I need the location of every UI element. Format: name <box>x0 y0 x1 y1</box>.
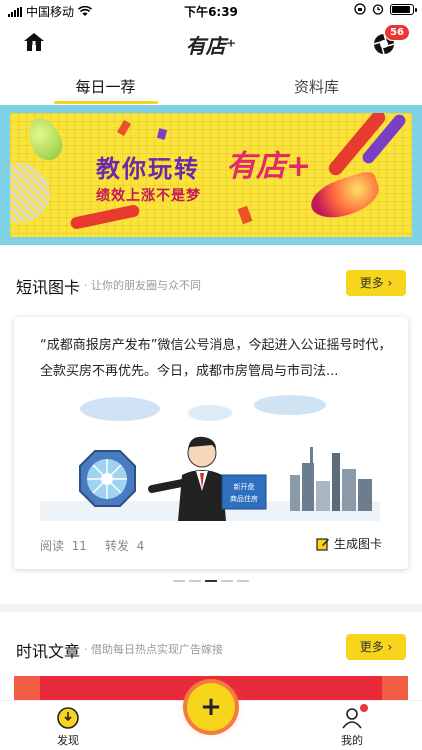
illustration-image: 新开盘 商品住房 <box>40 395 380 521</box>
alarm-icon <box>372 4 384 15</box>
read-count: 阅读 11 <box>40 539 87 553</box>
svg-text:商品住房: 商品住房 <box>230 494 258 503</box>
app-header: 有店⁺ 56 <box>0 24 422 64</box>
carousel-dot-active[interactable] <box>205 580 217 582</box>
rotation-lock-icon <box>354 3 366 15</box>
create-button[interactable]: + <box>187 683 235 731</box>
svg-text:新开盘: 新开盘 <box>234 482 255 491</box>
camera-button[interactable]: 56 <box>372 24 410 60</box>
banner-brand: 有店+ <box>226 149 312 184</box>
banner-title: 教你玩转 <box>96 155 200 183</box>
section-title: 时讯文章 <box>16 642 81 661</box>
carousel-dot[interactable] <box>173 580 185 582</box>
section-header-cards: 短讯图卡 · 让你的朋友圈与众不同 更多 › <box>0 268 422 304</box>
more-button[interactable]: 更多 › <box>346 634 406 660</box>
carousel-dot[interactable] <box>189 580 201 582</box>
banner-subtitle: 绩效上涨不是梦 <box>96 188 201 204</box>
tab-daily-recommend[interactable]: 每日一荐 <box>0 70 211 104</box>
nav-discover[interactable]: 发现 <box>38 706 98 748</box>
banner-image: 教你玩转 有店+ 绩效上涨不是梦 <box>10 113 412 237</box>
tab-bar: 每日一荐 资料库 <box>0 70 422 104</box>
card-text: “成都商报房产发布”微信公号消息，今起进入公证摇号时代，全款买房不再优先。今日，… <box>40 338 392 379</box>
nav-mine[interactable]: 我的 <box>322 704 382 748</box>
status-right <box>354 3 417 15</box>
card-stats: 阅读 11 转发 4 <box>40 537 144 554</box>
section-title: 短讯图卡 <box>16 278 81 297</box>
notification-badge: 56 <box>384 24 410 41</box>
app-logo: 有店⁺ <box>185 34 237 58</box>
card-image: 新开盘 商品住房 <box>40 391 380 521</box>
more-button[interactable]: 更多 › <box>346 270 406 296</box>
tab-library[interactable]: 资料库 <box>211 70 422 104</box>
carousel-indicator <box>0 580 422 582</box>
promo-banner[interactable]: 教你玩转 有店+ 绩效上涨不是梦 <box>0 105 422 245</box>
discover-icon <box>57 707 79 729</box>
carousel-dot[interactable] <box>237 580 249 582</box>
status-bar: 中国移动 下午6:39 <box>0 0 422 22</box>
carousel-dot[interactable] <box>221 580 233 582</box>
generate-card-label: 生成图卡 <box>333 537 382 551</box>
generate-card-button[interactable]: 生成图卡 <box>316 535 382 552</box>
edit-icon <box>316 537 329 551</box>
unread-dot <box>360 704 368 712</box>
nav-mine-label: 我的 <box>341 734 363 747</box>
section-subtitle: · 让你的朋友圈与众不同 <box>84 279 201 292</box>
news-card[interactable]: “成都商报房产发布”微信公号消息，今起进入公证摇号时代，全款买房不再优先。今日，… <box>14 317 408 569</box>
bottom-nav: 发现 + 我的 <box>0 683 422 750</box>
section-subtitle: · 借助每日热点实现广告嫁接 <box>84 643 223 656</box>
battery-icon <box>390 3 417 15</box>
section-divider <box>0 604 422 612</box>
section-header-articles: 时讯文章 · 借助每日热点实现广告嫁接 更多 › <box>0 632 422 668</box>
nav-discover-label: 发现 <box>57 734 79 747</box>
share-count: 转发 4 <box>104 539 145 553</box>
